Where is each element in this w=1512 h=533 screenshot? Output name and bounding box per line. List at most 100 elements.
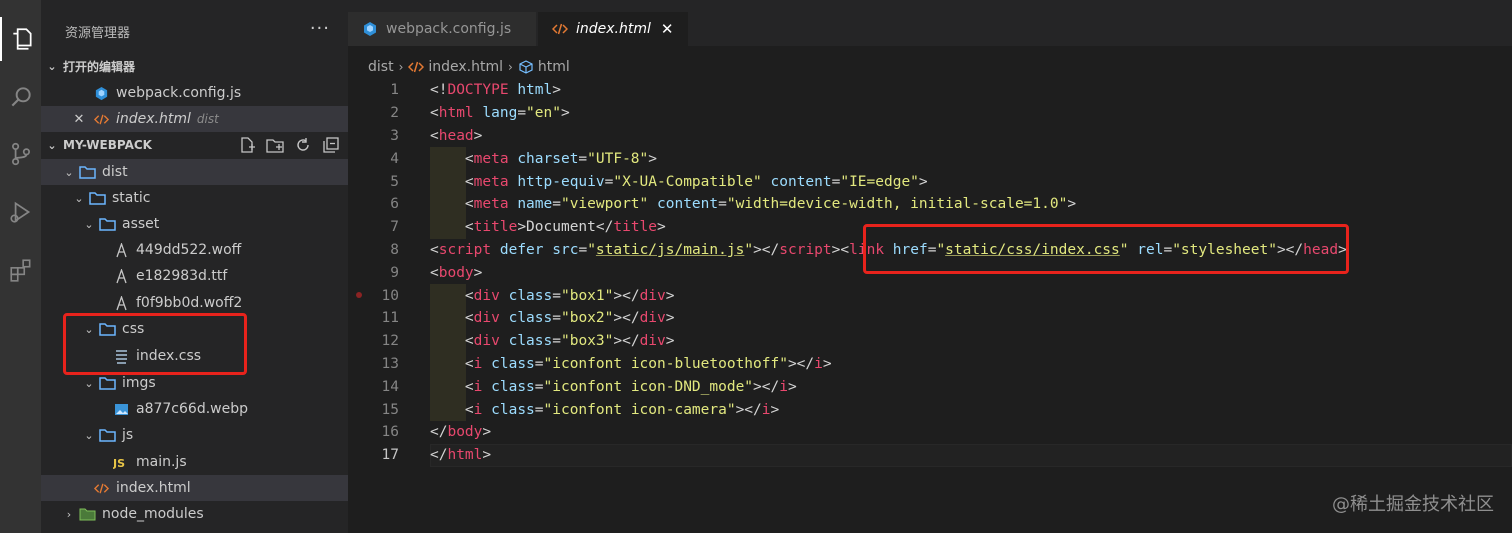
line-number: 17 xyxy=(381,447,399,464)
collapse-all-icon[interactable] xyxy=(322,136,340,154)
explorer-activity[interactable] xyxy=(0,17,41,61)
chevron-right-icon: › xyxy=(66,507,72,521)
tree-file-font1[interactable]: 449dd522.woff xyxy=(41,237,348,263)
search-activity[interactable] xyxy=(0,75,41,119)
code-line: 3 <head> xyxy=(348,125,1512,148)
code-line: 16 </body> xyxy=(348,421,1512,444)
code-line: 6 <meta name="viewport" content="width=d… xyxy=(348,193,1512,216)
code-line-current: 17 </html> xyxy=(348,443,1512,467)
activity-bar xyxy=(0,0,41,533)
open-editor-label: index.html xyxy=(116,111,191,127)
breadcrumb-item-dist[interactable]: dist xyxy=(368,59,394,75)
js-file-icon: JS xyxy=(111,454,131,470)
tree-label: main.js xyxy=(136,454,187,470)
tree-file-webp[interactable]: a877c66d.webp xyxy=(41,396,348,422)
code-text: </html> xyxy=(430,447,492,464)
tree-label: node_modules xyxy=(102,506,204,522)
tree-file-font3[interactable]: f0f9bb0d.woff2 xyxy=(41,290,348,316)
svg-text:JS: JS xyxy=(113,457,125,470)
source-control-activity[interactable] xyxy=(0,132,41,176)
tree-label: a877c66d.webp xyxy=(136,401,248,417)
line-number: 7 xyxy=(390,219,399,236)
code-line: 2 <html lang="en"> xyxy=(348,102,1512,125)
open-editor-index-html[interactable]: ✕ index.html dist xyxy=(41,106,348,132)
line-number: 5 xyxy=(390,173,399,190)
code-line: 15 <i class="iconfont icon-camera"></i> xyxy=(348,398,1512,421)
code-text: <script defer src="static/js/main.js"></… xyxy=(430,241,1347,258)
code-text: <div class="box1"></div> xyxy=(464,287,675,304)
open-editor-label: webpack.config.js xyxy=(116,85,242,101)
code-line: 8 <script defer src="static/js/main.js">… xyxy=(348,239,1512,262)
code-line: 4 <meta charset="UTF-8"> xyxy=(348,147,1512,171)
line-number: 14 xyxy=(381,378,399,395)
html-file-icon xyxy=(91,111,111,127)
folder-open-icon xyxy=(97,216,117,232)
tree-folder-static[interactable]: ⌄ static xyxy=(41,185,348,211)
tree-label: f0f9bb0d.woff2 xyxy=(136,295,243,311)
run-debug-activity[interactable] xyxy=(0,190,41,234)
line-number: 3 xyxy=(390,127,399,144)
editor-tabs: webpack.config.js index.html ✕ xyxy=(348,0,1512,46)
tree-label: imgs xyxy=(122,375,156,391)
chevron-down-icon: ⌄ xyxy=(84,322,94,336)
tab-index-html[interactable]: index.html ✕ xyxy=(538,12,688,46)
image-file-icon xyxy=(111,401,131,417)
folder-open-icon xyxy=(77,164,97,180)
chevron-down-icon: ⌄ xyxy=(64,165,74,179)
close-icon[interactable]: ✕ xyxy=(71,112,87,127)
open-editors-label: 打开的编辑器 xyxy=(63,59,136,74)
tree-file-font2[interactable]: e182983d.ttf xyxy=(41,263,348,289)
line-number: 8 xyxy=(390,241,399,258)
font-file-icon xyxy=(111,268,131,284)
code-line: 1 <!DOCTYPE html> xyxy=(348,79,1512,102)
code-text: <meta name="viewport" content="width=dev… xyxy=(464,196,1077,213)
tree-folder-node-modules[interactable]: › node_modules xyxy=(41,501,348,527)
code-text: <i class="iconfont icon-bluetoothoff"></… xyxy=(464,355,832,372)
code-text: <!DOCTYPE html> xyxy=(430,82,561,99)
project-header[interactable]: ⌄ MY-WEBPACK xyxy=(41,132,348,158)
more-actions-icon[interactable]: ··· xyxy=(310,18,330,39)
tree-folder-js[interactable]: ⌄ js xyxy=(41,422,348,448)
search-icon xyxy=(11,87,31,107)
html-file-icon xyxy=(91,480,111,496)
refresh-icon[interactable] xyxy=(294,136,312,154)
tree-folder-dist[interactable]: ⌄ dist xyxy=(41,159,348,185)
tree-folder-asset[interactable]: ⌄ asset xyxy=(41,211,348,237)
tree-file-index-html[interactable]: index.html xyxy=(41,475,348,501)
code-text: <html lang="en"> xyxy=(430,105,570,122)
line-number: 9 xyxy=(390,264,399,281)
new-file-icon[interactable] xyxy=(238,136,256,154)
line-number: 11 xyxy=(381,310,399,327)
code-text: <head> xyxy=(430,127,483,144)
font-file-icon xyxy=(111,242,131,258)
breadcrumb-item-symbol[interactable]: html xyxy=(538,59,570,75)
current-line-highlight xyxy=(430,443,1512,467)
close-icon[interactable]: ✕ xyxy=(661,20,674,38)
tree-file-index-css[interactable]: index.css xyxy=(41,343,348,369)
chevron-down-icon: ⌄ xyxy=(84,217,94,231)
line-number: 6 xyxy=(390,196,399,213)
code-text: <i class="iconfont icon-DND_mode"></i> xyxy=(464,378,797,395)
tree-label: static xyxy=(112,190,151,206)
code-line: 11 <div class="box2"></div> xyxy=(348,307,1512,330)
breadcrumb-item-file[interactable]: index.html xyxy=(428,59,503,75)
open-editor-folder: dist xyxy=(196,112,219,126)
tree-folder-css[interactable]: ⌄ css xyxy=(41,316,348,342)
open-editors-header[interactable]: ⌄ 打开的编辑器 xyxy=(41,53,348,79)
run-debug-icon xyxy=(9,201,30,223)
tree-label: index.css xyxy=(136,348,202,364)
font-file-icon xyxy=(111,295,131,311)
tab-webpack-config[interactable]: webpack.config.js xyxy=(348,12,536,46)
line-number: 2 xyxy=(390,105,399,122)
code-text: <title>Document</title> xyxy=(464,219,666,236)
tree-label: e182983d.ttf xyxy=(136,268,228,284)
files-icon xyxy=(12,28,32,50)
open-editor-webpack-config[interactable]: webpack.config.js xyxy=(41,80,348,106)
tree-folder-imgs[interactable]: ⌄ imgs xyxy=(41,370,348,396)
tree-label: dist xyxy=(102,164,128,180)
code-text: <meta charset="UTF-8"> xyxy=(464,150,657,167)
extensions-activity[interactable] xyxy=(0,248,41,292)
new-folder-icon[interactable] xyxy=(266,136,284,154)
code-line: 14 <i class="iconfont icon-DND_mode"></i… xyxy=(348,375,1512,399)
tree-file-main-js[interactable]: JS main.js xyxy=(41,449,348,475)
